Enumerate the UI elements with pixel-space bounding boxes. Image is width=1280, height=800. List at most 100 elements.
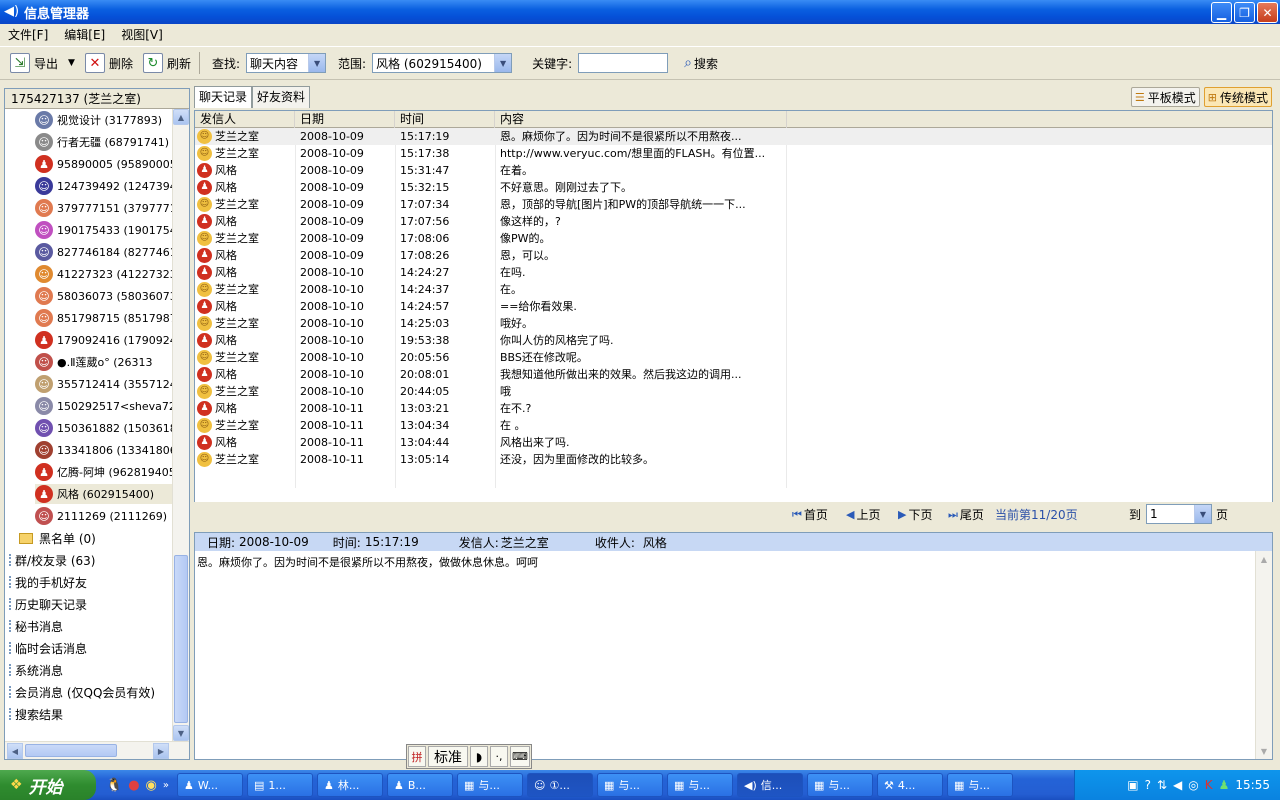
menu-edit[interactable]: 编辑[E]: [64, 26, 105, 43]
chevron-down-icon[interactable]: ▼: [494, 54, 512, 72]
taskbar-button[interactable]: ◀) 信...: [737, 773, 803, 797]
search-button[interactable]: ⌕ 搜索: [684, 55, 718, 72]
contact-item[interactable]: ☺ ●.Ⅱ莲葳o° (26313: [35, 352, 173, 372]
chevron-down-icon[interactable]: ▼: [1194, 505, 1211, 523]
tree-horizontal-scrollbar[interactable]: ◀ ▶: [5, 741, 189, 759]
first-page-button[interactable]: ⏮ 首页: [792, 506, 828, 523]
table-row[interactable]: ♟ 风格 2008-10-09 17:08:26 恩，可以。: [195, 247, 1272, 264]
table-row[interactable]: ♟ 风格 2008-10-10 20:08:01 我想知道他所做出来的效果。然后我这边…: [195, 366, 1272, 383]
flat-mode-button[interactable]: ☰ 平板模式: [1130, 87, 1200, 107]
detail-scrollbar[interactable]: ▲ ▼: [1255, 551, 1272, 759]
category-item[interactable]: 历史聊天记录: [5, 594, 87, 614]
tree-vertical-scrollbar[interactable]: ▲ ▼: [172, 109, 189, 741]
tab-chat-history[interactable]: 聊天记录: [194, 86, 253, 108]
quick-launch-more-icon[interactable]: »: [163, 780, 169, 791]
soft-keyboard-icon[interactable]: ⌨: [510, 746, 530, 767]
maximize-button[interactable]: ❐: [1234, 2, 1255, 23]
last-page-button[interactable]: ⏭ 尾页: [948, 506, 984, 523]
table-row[interactable]: ☺ 芝兰之室 2008-10-10 14:24:37 在。: [195, 281, 1272, 298]
tray-volume-icon[interactable]: ◎: [1188, 778, 1198, 792]
table-row[interactable]: ☺ 芝兰之室 2008-10-10 20:44:05 哦: [195, 383, 1272, 400]
punctuation-icon[interactable]: ·,: [490, 746, 508, 767]
table-row[interactable]: ☺ 芝兰之室 2008-10-11 13:05:14 还没，因为里面修改的比较多。: [195, 451, 1272, 468]
tray-game-icon[interactable]: ▣: [1127, 778, 1138, 792]
contact-item[interactable]: ☺ 2111269 (2111269): [35, 506, 173, 526]
table-row[interactable]: ♟ 风格 2008-10-09 15:32:15 不好意思。刚刚过去了下。: [195, 179, 1272, 196]
category-item[interactable]: 秘书消息: [5, 616, 63, 636]
keyword-input[interactable]: [578, 53, 669, 73]
column-header-sender[interactable]: 发信人: [195, 111, 295, 128]
taskbar-button[interactable]: ☺ ①...: [527, 773, 593, 797]
contact-item[interactable]: ☺ 827746184 (827746184: [35, 242, 173, 262]
minimize-button[interactable]: ▁: [1211, 2, 1232, 23]
contact-item[interactable]: ☺ 150292517<sheva7251: [35, 396, 173, 416]
taskbar-button[interactable]: ♟ 林...: [317, 773, 383, 797]
table-row[interactable]: ♟ 风格 2008-10-10 14:24:57 ==给你看效果.: [195, 298, 1272, 315]
table-row[interactable]: ☺ 芝兰之室 2008-10-09 15:17:19 恩。麻烦你了。因为时间不是很紧所以…: [195, 128, 1272, 145]
contact-item[interactable]: ♟ 179092416 (17909241: [35, 330, 173, 350]
next-page-button[interactable]: ▶ 下页: [898, 506, 932, 523]
classic-mode-button[interactable]: ⊞ 传统模式: [1203, 87, 1272, 107]
taskbar-button[interactable]: ⚒ 4...: [877, 773, 943, 797]
ime-logo-icon[interactable]: 拼: [408, 746, 426, 767]
column-header-date[interactable]: 日期: [295, 111, 395, 128]
contact-item[interactable]: ☺ 355712414 (35571241: [35, 374, 173, 394]
scroll-up-icon[interactable]: ▲: [173, 109, 189, 125]
tray-network-icon[interactable]: ⇅: [1157, 778, 1167, 792]
taskbar-button[interactable]: ▦ 与...: [457, 773, 523, 797]
half-width-icon[interactable]: ◗: [470, 746, 488, 767]
contact-item[interactable]: ☺ 13341806 (13341806): [35, 440, 173, 460]
column-header-content[interactable]: 内容: [495, 111, 787, 128]
scope-select[interactable]: 风格 (602915400) ▼: [372, 53, 513, 73]
contact-item[interactable]: ☺ 851798715 (851798715: [35, 308, 173, 328]
blacklist-folder[interactable]: 黑名单 (0): [19, 528, 96, 548]
chevron-down-icon[interactable]: ▼: [308, 54, 326, 72]
tray-back-icon[interactable]: ◀: [1173, 778, 1182, 792]
table-row[interactable]: ☺ 芝兰之室 2008-10-09 17:08:06 像PW的。: [195, 230, 1272, 247]
scroll-right-icon[interactable]: ▶: [153, 743, 169, 759]
category-item[interactable]: 会员消息 (仅QQ会员有效): [5, 682, 155, 702]
contact-item[interactable]: ♟ 风格 (602915400): [35, 484, 173, 504]
scroll-thumb[interactable]: [25, 744, 117, 757]
tray-antivirus-icon[interactable]: K: [1205, 778, 1213, 792]
contact-item[interactable]: ☺ 行者无疆 (68791741): [35, 132, 173, 152]
taskbar-button[interactable]: ▦ 与...: [807, 773, 873, 797]
export-button[interactable]: ⇲ 导出 ▼: [10, 50, 75, 76]
ime-mode[interactable]: 标准: [428, 746, 468, 767]
ie-icon[interactable]: ◉: [146, 778, 157, 793]
category-item[interactable]: 临时会话消息: [5, 638, 87, 658]
detail-message-body[interactable]: 恩。麻烦你了。因为时间不是很紧所以不用熬夜，做做休息休息。呵呵: [197, 554, 538, 570]
scroll-up-icon[interactable]: ▲: [1256, 551, 1272, 567]
delete-button[interactable]: ✕ 删除: [84, 50, 133, 76]
table-row[interactable]: ♟ 风格 2008-10-09 17:07:56 像这样的，?: [195, 213, 1272, 230]
opera-icon[interactable]: ●: [128, 778, 139, 793]
category-item[interactable]: 搜索结果: [5, 704, 63, 724]
taskbar-button[interactable]: ▦ 与...: [947, 773, 1013, 797]
table-row[interactable]: ☺ 芝兰之室 2008-10-11 13:04:34 在 。: [195, 417, 1272, 434]
clock[interactable]: 15:55: [1235, 778, 1270, 792]
contact-item[interactable]: ☺ 41227323 (41227323): [35, 264, 173, 284]
contact-item[interactable]: ♟ 亿腾-阿坤 (962819405: [35, 462, 173, 482]
scroll-down-icon[interactable]: ▼: [1256, 743, 1272, 759]
menu-view[interactable]: 视图[V]: [121, 26, 163, 43]
contact-item[interactable]: ☺ 视觉设计 (3177893): [35, 110, 173, 130]
taskbar-button[interactable]: ♟ B...: [387, 773, 453, 797]
table-row[interactable]: ♟ 风格 2008-10-10 14:24:27 在吗.: [195, 264, 1272, 281]
table-row[interactable]: ☺ 芝兰之室 2008-10-10 14:25:03 哦好。: [195, 315, 1272, 332]
contact-item[interactable]: ♟ 95890005 (95890005): [35, 154, 173, 174]
table-row[interactable]: ♟ 风格 2008-10-11 13:03:21 在不.?: [195, 400, 1272, 417]
category-item[interactable]: 群/校友录 (63): [5, 550, 96, 570]
contact-item[interactable]: ☺ 124739492 (124739492: [35, 176, 173, 196]
table-row[interactable]: ☺ 芝兰之室 2008-10-10 20:05:56 BBS还在修改呢。: [195, 349, 1272, 366]
refresh-button[interactable]: ↻ 刷新: [142, 50, 191, 76]
table-row[interactable]: ☺ 芝兰之室 2008-10-09 15:17:38 http://www.veryuc…: [195, 145, 1272, 162]
category-item[interactable]: 系统消息: [5, 660, 63, 680]
scroll-left-icon[interactable]: ◀: [7, 743, 23, 759]
category-item[interactable]: 我的手机好友: [5, 572, 87, 592]
goto-page-select[interactable]: 1 ▼: [1146, 504, 1212, 524]
contact-item[interactable]: ☺ 379777151 (379777151: [35, 198, 173, 218]
contact-item[interactable]: ☺ 58036073 (58036073): [35, 286, 173, 306]
title-bar[interactable]: ◀) 信息管理器 ▁ ❐ ✕: [0, 0, 1280, 24]
contact-item[interactable]: ☺ 150361882 (15036188: [35, 418, 173, 438]
export-dropdown-icon[interactable]: ▼: [68, 58, 75, 68]
